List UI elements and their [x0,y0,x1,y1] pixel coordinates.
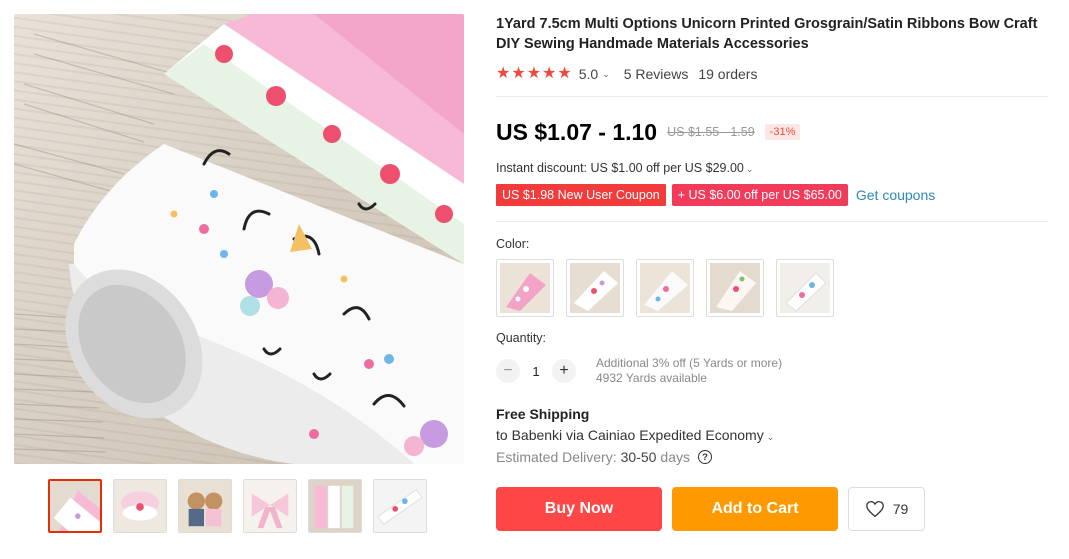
color-swatches [496,259,1052,317]
estimated-delivery: Estimated Delivery: 30-50 days ? [496,449,1052,465]
swatch-image [780,263,830,313]
rating-stars: ★ ★ ★ ★ ★ [496,66,572,82]
quantity-input[interactable]: 1 [520,364,552,379]
thumbnail-image [179,480,231,532]
rating-value[interactable]: 5.0 [579,66,598,82]
price-row: US $1.07 - 1.10 US $1.55 - 1.59 -31% [496,117,1052,147]
discount-badge: -31% [764,124,801,140]
swatch-image [710,263,760,313]
thumbnail-image [50,481,100,531]
swatch-image [640,263,690,313]
get-coupons-link[interactable]: Get coupons [856,187,935,203]
wishlist-count: 79 [892,501,909,517]
heart-icon [865,500,884,518]
product-info-panel: 1Yard 7.5cm Multi Options Unicorn Printe… [496,14,1052,531]
divider [496,221,1048,222]
ribbon-roll-image [14,14,464,464]
chevron-down-icon[interactable]: ⌄ [602,69,610,80]
thumbnail-image [309,480,361,532]
thumbnail-image [374,480,426,532]
color-option-3[interactable] [636,259,694,317]
thumbnail-1[interactable] [48,479,102,533]
chevron-down-icon: ⌄ [766,432,775,442]
thumbnail-6[interactable] [373,479,427,533]
original-price: US $1.55 - 1.59 [667,125,755,139]
star-icon: ★ [496,65,511,82]
instant-discount-text: Instant discount: US $1.00 off per US $2… [496,161,744,175]
divider [496,96,1048,97]
stock-available: 4932 Yards available [596,371,707,385]
thumbnail-strip [48,479,427,533]
quantity-label: Quantity: [496,331,547,345]
thumbnail-5[interactable] [308,479,362,533]
minus-icon[interactable]: − [496,359,520,383]
shipping-destination-text: to Babenki via Cainiao Expedited Economy [496,427,764,443]
question-circle-icon[interactable]: ? [697,450,712,464]
star-icon: ★ [542,65,557,82]
star-icon: ★ [526,65,542,82]
color-option-4[interactable] [706,259,764,317]
coupon-row: US $1.98 New User Coupon + US $6.00 off … [496,184,1052,206]
buy-now-button[interactable]: Buy Now [496,487,662,531]
delivery-label: Estimated Delivery: [496,449,617,465]
star-icon: ★ [511,65,526,82]
color-option-1[interactable] [496,259,554,317]
star-icon: ★ [557,65,572,82]
action-buttons: Buy Now Add to Cart 79 [496,487,1052,531]
reviews-link[interactable]: 5 Reviews [624,66,689,82]
swatch-image [570,263,620,313]
main-product-image[interactable] [14,14,464,464]
shipping-destination[interactable]: to Babenki via Cainiao Expedited Economy… [496,427,1052,443]
product-title: 1Yard 7.5cm Multi Options Unicorn Printe… [496,16,1038,52]
orders-count: 19 orders [698,66,758,82]
bulk-discount-note: Additional 3% off (5 Yards or more) [596,356,783,370]
new-user-coupon[interactable]: US $1.98 New User Coupon [496,184,666,206]
store-coupon[interactable]: + US $6.00 off per US $65.00 [671,184,848,206]
plus-icon[interactable]: + [552,359,576,383]
instant-discount[interactable]: Instant discount: US $1.00 off per US $2… [496,161,1052,177]
thumbnail-image [244,480,296,532]
delivery-unit: days [660,449,690,465]
current-price: US $1.07 - 1.10 [496,118,658,145]
shipping-title: Free Shipping [496,406,590,422]
thumbnail-2[interactable] [113,479,167,533]
thumbnail-image [114,480,166,532]
quantity-note: Additional 3% off (5 Yards or more) 4932… [596,356,782,386]
color-label: Color: [496,237,530,251]
delivery-value: 30-50 [620,449,657,465]
color-option-5[interactable] [776,259,834,317]
rating-row: ★ ★ ★ ★ ★ 5.0 ⌄ 5 Reviews 19 orders [496,64,1052,84]
add-to-cart-button[interactable]: Add to Cart [672,487,838,531]
wishlist-button[interactable]: 79 [848,487,925,531]
chevron-down-icon: ⌄ [745,164,754,174]
quantity-row: − 1 + Additional 3% off (5 Yards or more… [496,356,1052,386]
color-option-2[interactable] [566,259,624,317]
swatch-image [500,263,550,313]
thumbnail-3[interactable] [178,479,232,533]
thumbnail-4[interactable] [243,479,297,533]
